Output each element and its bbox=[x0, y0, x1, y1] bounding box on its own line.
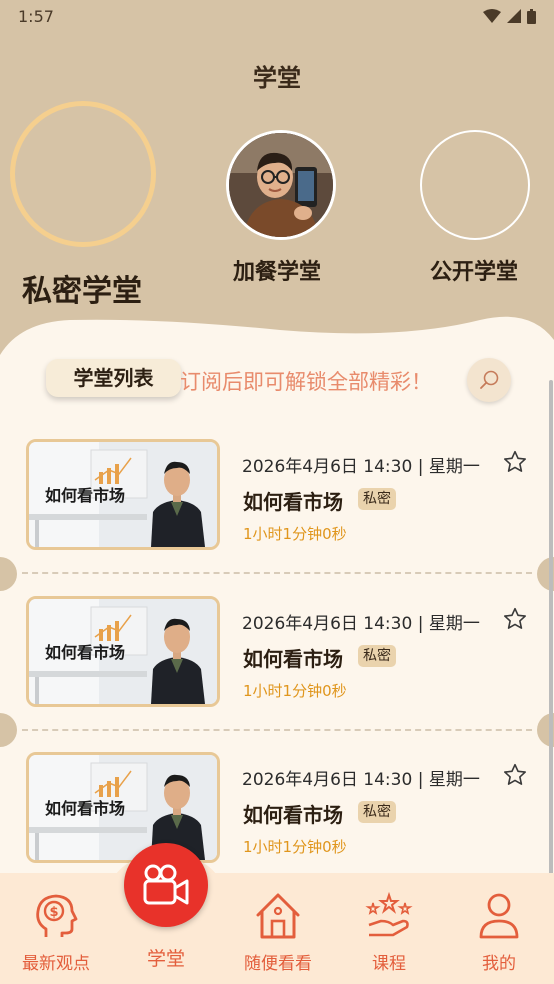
nav-label-latest: 最新观点 bbox=[22, 954, 90, 974]
item-date: 2026年4月6日 14:30 | 星期一 bbox=[242, 457, 480, 477]
nav-label-courses: 课程 bbox=[372, 954, 406, 974]
nav-item-courses[interactable]: 课程 bbox=[339, 891, 439, 974]
avatar-image bbox=[229, 133, 333, 237]
subscribe-notice: 订阅后即可解锁全部精彩！ bbox=[180, 370, 432, 394]
item-date: 2026年4月6日 14:30 | 星期一 bbox=[242, 770, 480, 790]
list-item[interactable]: 如何看市场 2026年4月6日 14:30 | 星期一 如何看市场 私密 1小时… bbox=[0, 752, 554, 892]
nav-item-academy[interactable] bbox=[124, 843, 208, 927]
nav-item-browse[interactable]: 随便看看 bbox=[228, 891, 328, 974]
thumbnail-title: 如何看市场 bbox=[45, 486, 126, 505]
scrollbar[interactable] bbox=[549, 380, 553, 936]
private-badge: 私密 bbox=[358, 801, 396, 823]
list-item[interactable]: 如何看市场 2026年4月6日 14:30 | 星期一 如何看市场 私密 1小时… bbox=[0, 596, 554, 736]
private-badge: 私密 bbox=[358, 488, 396, 510]
item-date: 2026年4月6日 14:30 | 星期一 bbox=[242, 614, 480, 634]
list-tab[interactable]: 学堂列表 bbox=[46, 359, 181, 397]
item-duration: 1小时1分钟0秒 bbox=[243, 525, 347, 543]
item-title[interactable]: 如何看市场 bbox=[243, 643, 343, 672]
item-title[interactable]: 如何看市场 bbox=[243, 486, 343, 515]
nav-label-browse: 随便看看 bbox=[244, 954, 312, 974]
nav-label-mine: 我的 bbox=[482, 954, 516, 974]
search-button[interactable] bbox=[467, 358, 511, 402]
svg-text:$: $ bbox=[49, 905, 58, 920]
battery-icon bbox=[527, 8, 536, 24]
list-divider bbox=[22, 729, 532, 731]
list-divider bbox=[22, 572, 532, 574]
nav-item-mine[interactable]: 我的 bbox=[449, 891, 549, 974]
house-icon bbox=[256, 893, 300, 939]
category-public-circle[interactable] bbox=[420, 130, 530, 240]
video-camera-icon bbox=[143, 864, 189, 905]
item-duration: 1小时1分钟0秒 bbox=[243, 838, 347, 856]
list-item[interactable]: 如何看市场 2026年4月6日 14:30 | 星期一 如何看市场 私密 1小时… bbox=[0, 439, 554, 579]
status-bar: 1:57 bbox=[0, 0, 554, 32]
status-time: 1:57 bbox=[18, 6, 54, 26]
nav-item-latest[interactable]: $ 最新观点 bbox=[6, 891, 106, 974]
category-extra-label[interactable]: 加餐学堂 bbox=[233, 254, 321, 286]
category-extra-avatar[interactable] bbox=[226, 130, 336, 240]
thumbnail-title: 如何看市场 bbox=[45, 643, 126, 662]
hand-stars-icon bbox=[365, 891, 413, 937]
category-private-circle[interactable] bbox=[10, 101, 156, 247]
thumbnail-title: 如何看市场 bbox=[45, 799, 126, 818]
favorite-star-icon[interactable] bbox=[502, 449, 528, 475]
search-icon bbox=[480, 370, 499, 389]
favorite-star-icon[interactable] bbox=[502, 762, 528, 788]
nav-label-academy[interactable]: 学堂 bbox=[116, 944, 216, 971]
status-icons bbox=[483, 8, 536, 24]
signal-icon bbox=[507, 9, 521, 23]
wifi-icon bbox=[483, 9, 501, 23]
item-duration: 1小时1分钟0秒 bbox=[243, 682, 347, 700]
page-title: 学堂 bbox=[253, 64, 301, 92]
video-thumbnail[interactable]: 如何看市场 bbox=[26, 439, 220, 550]
private-badge: 私密 bbox=[358, 645, 396, 667]
favorite-star-icon[interactable] bbox=[502, 606, 528, 632]
video-thumbnail[interactable]: 如何看市场 bbox=[26, 752, 220, 863]
category-public-label[interactable]: 公开学堂 bbox=[430, 254, 518, 286]
person-icon bbox=[479, 893, 519, 939]
head-dollar-icon: $ bbox=[36, 894, 78, 937]
item-title[interactable]: 如何看市场 bbox=[243, 799, 343, 828]
video-thumbnail[interactable]: 如何看市场 bbox=[26, 596, 220, 707]
bottom-nav: $ 最新观点 随便看看 课程 我的 bbox=[0, 873, 554, 984]
